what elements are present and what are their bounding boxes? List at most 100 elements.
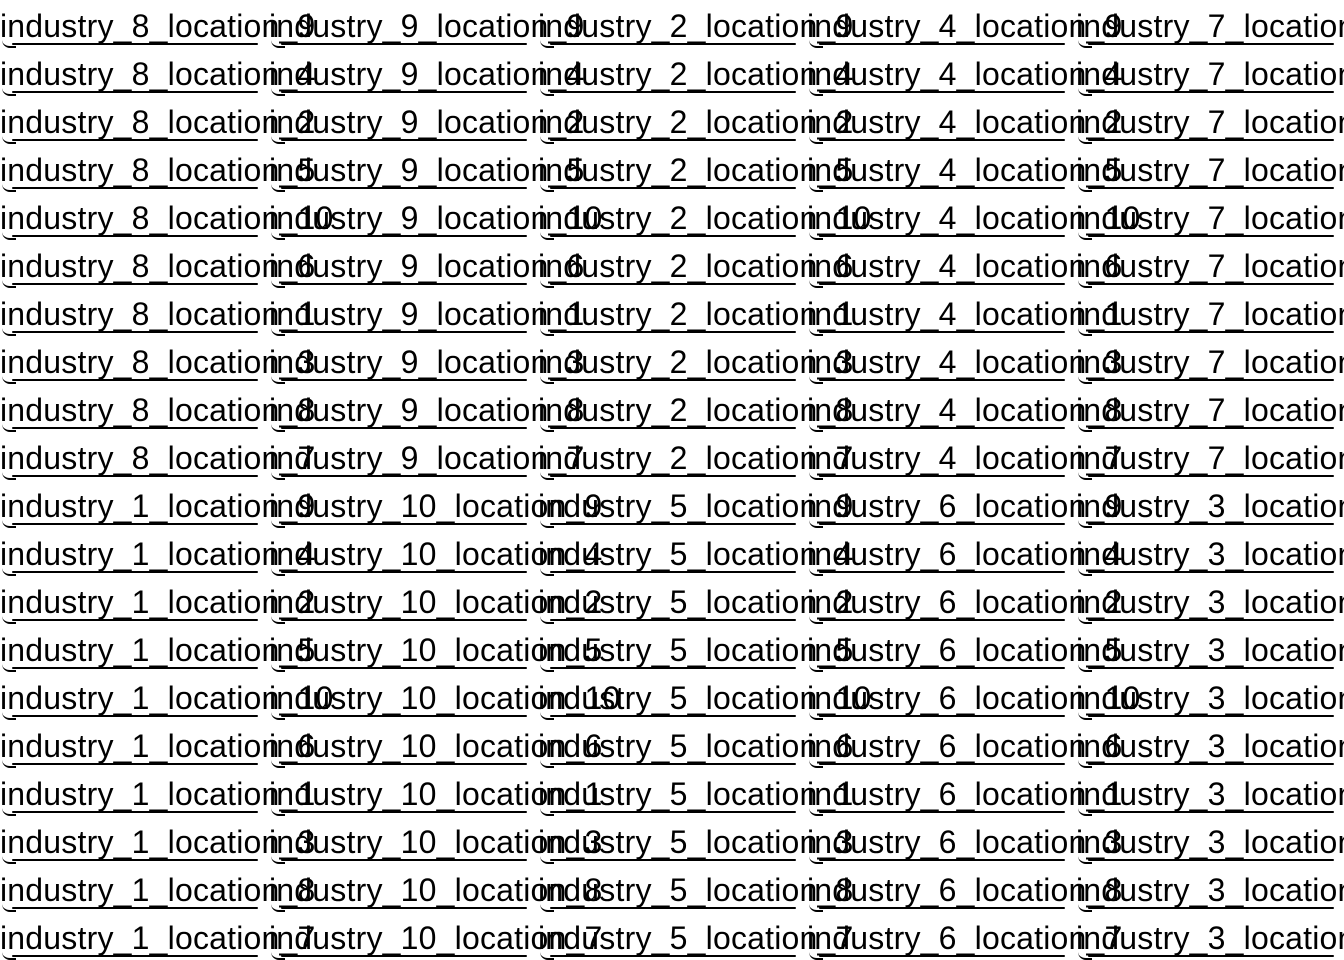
- label-cell: industry_2_location_3: [538, 336, 853, 384]
- label-text: industry_7_location_4: [1076, 56, 1344, 92]
- label-text: industry_7_location_3: [1076, 344, 1344, 380]
- label-cell: industry_7_location_6: [1076, 240, 1344, 288]
- label-cell: industry_4_location_7: [807, 432, 1122, 480]
- label-cell: industry_2_location_8: [538, 384, 853, 432]
- label-text: industry_3_location_8: [1076, 872, 1344, 908]
- label-cell: industry_10_location_4: [269, 528, 602, 576]
- label-cell: industry_6_location_1: [807, 768, 1122, 816]
- label-cell: industry_7_location_3: [1076, 336, 1344, 384]
- label-text: industry_7_location_9: [1076, 8, 1344, 44]
- label-cell: industry_9_location_9: [269, 0, 584, 48]
- label-cell: industry_10_location_3: [269, 816, 602, 864]
- label-cell: industry_10_location_2: [269, 576, 602, 624]
- label-cell: industry_9_location_7: [269, 432, 584, 480]
- label-cell: industry_7_location_4: [1076, 48, 1344, 96]
- label-cell: industry_8_location_5: [0, 144, 315, 192]
- label-cell: industry_9_location_5: [269, 144, 584, 192]
- label-cell: industry_1_location_7: [0, 912, 315, 960]
- label-cell: industry_10_location_1: [269, 768, 602, 816]
- label-cell: industry_9_location_6: [269, 240, 584, 288]
- label-cell: industry_3_location_5: [1076, 624, 1344, 672]
- label-cell: industry_1_location_9: [0, 480, 315, 528]
- label-cell: industry_3_location_2: [1076, 576, 1344, 624]
- label-cell: industry_3_location_10: [1076, 672, 1344, 720]
- label-cell: industry_5_location_4: [538, 528, 853, 576]
- label-text: industry_7_location_7: [1076, 440, 1344, 476]
- label-cell: industry_6_location_7: [807, 912, 1122, 960]
- label-cell: industry_7_location_2: [1076, 96, 1344, 144]
- label-cell: industry_8_location_6: [0, 240, 315, 288]
- label-cell: industry_6_location_3: [807, 816, 1122, 864]
- label-cell: industry_3_location_7: [1076, 912, 1344, 960]
- label-cell: industry_4_location_1: [807, 288, 1122, 336]
- label-cell: industry_2_location_4: [538, 48, 853, 96]
- label-cell: industry_3_location_3: [1076, 816, 1344, 864]
- label-cell: industry_2_location_10: [538, 192, 871, 240]
- label-cell: industry_6_location_2: [807, 576, 1122, 624]
- label-text: industry_7_location_2: [1076, 104, 1344, 140]
- label-cell: industry_4_location_5: [807, 144, 1122, 192]
- label-cell: industry_6_location_6: [807, 720, 1122, 768]
- label-cell: industry_5_location_1: [538, 768, 853, 816]
- label-text: industry_3_location_9: [1076, 488, 1344, 524]
- label-text: industry_7_location_5: [1076, 152, 1344, 188]
- label-text: industry_3_location_10: [1076, 680, 1344, 716]
- label-cell: industry_8_location_4: [0, 48, 315, 96]
- label-cell: industry_1_location_8: [0, 864, 315, 912]
- label-cell: industry_3_location_1: [1076, 768, 1344, 816]
- label-cell: industry_8_location_1: [0, 288, 315, 336]
- label-text: industry_3_location_7: [1076, 920, 1344, 956]
- label-cell: industry_10_location_8: [269, 864, 602, 912]
- label-cell: industry_9_location_3: [269, 336, 584, 384]
- label-cell: industry_3_location_8: [1076, 864, 1344, 912]
- label-cell: industry_2_location_9: [538, 0, 853, 48]
- label-cell: industry_9_location_1: [269, 288, 584, 336]
- label-cell: industry_1_location_4: [0, 528, 315, 576]
- label-text: industry_3_location_3: [1076, 824, 1344, 860]
- label-cell: industry_1_location_3: [0, 816, 315, 864]
- label-text: industry_7_location_6: [1076, 248, 1344, 284]
- label-cell: industry_6_location_9: [807, 480, 1122, 528]
- label-cell: industry_2_location_5: [538, 144, 853, 192]
- label-cell: industry_5_location_10: [538, 672, 871, 720]
- label-cell: industry_4_location_10: [807, 192, 1140, 240]
- label-text: industry_7_location_1: [1076, 296, 1344, 332]
- label-cell: industry_10_location_5: [269, 624, 602, 672]
- label-cell: industry_5_location_2: [538, 576, 853, 624]
- label-cell: industry_7_location_5: [1076, 144, 1344, 192]
- label-cell: industry_2_location_2: [538, 96, 853, 144]
- label-cell: industry_4_location_8: [807, 384, 1122, 432]
- label-cell: industry_5_location_6: [538, 720, 853, 768]
- label-cell: industry_1_location_10: [0, 672, 333, 720]
- label-text: industry_3_location_4: [1076, 536, 1344, 572]
- label-cell: industry_6_location_5: [807, 624, 1122, 672]
- label-cell: industry_8_location_10: [0, 192, 333, 240]
- label-grid: industry_8_location_9 industry_8_location…: [0, 0, 1344, 960]
- label-cell: industry_8_location_2: [0, 96, 315, 144]
- label-cell: industry_8_location_8: [0, 384, 315, 432]
- label-cell: industry_1_location_2: [0, 576, 315, 624]
- label-cell: industry_8_location_9: [0, 0, 315, 48]
- label-cell: industry_6_location_4: [807, 528, 1122, 576]
- label-cell: industry_5_location_3: [538, 816, 853, 864]
- label-cell: industry_7_location_10: [1076, 192, 1344, 240]
- label-cell: industry_5_location_8: [538, 864, 853, 912]
- label-cell: industry_2_location_1: [538, 288, 853, 336]
- label-cell: industry_1_location_6: [0, 720, 315, 768]
- label-cell: industry_1_location_1: [0, 768, 315, 816]
- label-cell: industry_7_location_1: [1076, 288, 1344, 336]
- label-cell: industry_10_location_9: [269, 480, 602, 528]
- label-cell: industry_5_location_5: [538, 624, 853, 672]
- label-cell: industry_6_location_8: [807, 864, 1122, 912]
- label-text: industry_3_location_6: [1076, 728, 1344, 764]
- label-text: industry_3_location_1: [1076, 776, 1344, 812]
- label-cell: industry_2_location_6: [538, 240, 853, 288]
- label-cell: industry_9_location_8: [269, 384, 584, 432]
- label-text: industry_7_location_8: [1076, 392, 1344, 428]
- label-text: industry_3_location_2: [1076, 584, 1344, 620]
- label-cell: industry_7_location_8: [1076, 384, 1344, 432]
- label-cell: industry_3_location_9: [1076, 480, 1344, 528]
- label-cell: industry_3_location_4: [1076, 528, 1344, 576]
- label-cell: industry_1_location_5: [0, 624, 315, 672]
- label-cell: industry_4_location_9: [807, 0, 1122, 48]
